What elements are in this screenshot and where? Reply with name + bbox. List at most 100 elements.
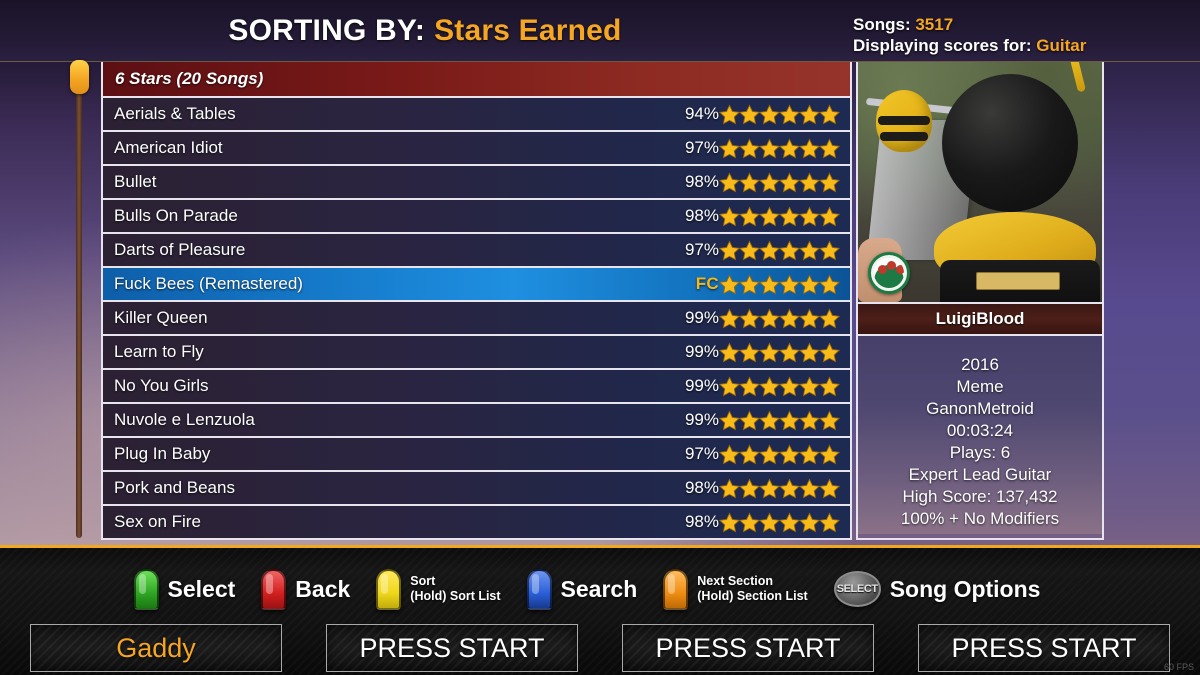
song-row[interactable]: Darts of Pleasure 97% bbox=[103, 234, 850, 268]
select-button-text: SELECT bbox=[836, 583, 878, 595]
control-hint[interactable]: Search bbox=[526, 568, 637, 610]
fret-button-blue-icon[interactable] bbox=[526, 568, 552, 610]
logo-dot-2 bbox=[887, 261, 896, 270]
charter-name-label: LuigiBlood bbox=[935, 309, 1025, 328]
song-title: Sex on Fire bbox=[114, 512, 201, 531]
star-icon bbox=[739, 443, 760, 464]
songs-count-value: 3517 bbox=[915, 15, 954, 34]
song-star-rating bbox=[719, 341, 850, 363]
star-icon bbox=[819, 205, 840, 226]
control-hint-label: Select bbox=[167, 575, 236, 602]
control-hint-select[interactable]: SELECT Song Options bbox=[833, 571, 1041, 607]
star-icon bbox=[739, 341, 760, 362]
fret-button-red-icon[interactable] bbox=[261, 568, 287, 610]
player-slot[interactable]: PRESS START bbox=[622, 624, 874, 672]
control-hint-label: Next Section bbox=[697, 574, 773, 588]
song-count-info: Songs: 3517 Displaying scores for: Guita… bbox=[853, 14, 1200, 56]
song-row[interactable]: Sex on Fire 98% bbox=[103, 506, 850, 540]
song-star-rating bbox=[719, 443, 850, 465]
song-row[interactable]: Bulls On Parade 98% bbox=[103, 200, 850, 234]
song-title: Darts of Pleasure bbox=[114, 240, 246, 259]
fret-button-orange-icon[interactable] bbox=[663, 568, 689, 610]
song-score: 99% bbox=[684, 410, 719, 429]
song-star-rating bbox=[719, 477, 850, 499]
star-icon bbox=[799, 409, 820, 430]
logo-dot-1 bbox=[878, 265, 887, 274]
songs-count-line: Songs: 3517 bbox=[853, 14, 1200, 35]
song-row-selected[interactable]: Fuck Bees (Remastered) FC bbox=[103, 268, 850, 302]
player-slot[interactable]: PRESS START bbox=[918, 624, 1170, 672]
song-row[interactable]: Nuvole e Lenzuola 99% bbox=[103, 404, 850, 438]
control-hint-label: Back bbox=[295, 575, 351, 602]
player-slot-label: PRESS START bbox=[951, 632, 1137, 663]
control-hint[interactable]: Next Section (Hold) Section List bbox=[663, 568, 808, 610]
fret-button-green-icon[interactable] bbox=[133, 568, 159, 610]
star-icon bbox=[719, 103, 740, 124]
star-icon bbox=[739, 375, 760, 396]
player-slot[interactable]: PRESS START bbox=[326, 624, 578, 672]
song-list-section-header[interactable]: 6 Stars (20 Songs) bbox=[103, 62, 850, 98]
star-icon bbox=[719, 375, 740, 396]
song-title: Pork and Beans bbox=[114, 478, 235, 497]
select-button-icon[interactable]: SELECT bbox=[833, 571, 881, 607]
star-icon bbox=[719, 205, 740, 226]
control-hint[interactable]: Back bbox=[261, 568, 351, 610]
song-metadata: 2016 Meme GanonMetroid 00:03:24 Plays: 6 Expe… bbox=[858, 336, 1102, 534]
fret-button-yellow-icon[interactable] bbox=[376, 568, 402, 610]
song-list-scrollbar-track[interactable] bbox=[76, 64, 82, 538]
star-icon bbox=[719, 307, 740, 328]
song-row[interactable]: Pork and Beans 98% bbox=[103, 472, 850, 506]
star-icon bbox=[819, 307, 840, 328]
song-row[interactable]: Killer Queen 99% bbox=[103, 302, 850, 336]
star-icon bbox=[819, 239, 840, 260]
player-slot-label: PRESS START bbox=[655, 632, 841, 663]
star-icon bbox=[739, 511, 760, 532]
star-icon bbox=[759, 103, 780, 124]
star-icon bbox=[819, 103, 840, 124]
star-icon bbox=[819, 375, 840, 396]
player-slot[interactable]: Gaddy bbox=[30, 624, 282, 672]
control-hint-sublabel: (Hold) Sort List bbox=[410, 589, 501, 603]
star-icon bbox=[779, 273, 800, 294]
sorting-indicator[interactable]: SORTING BY: Stars Earned bbox=[0, 0, 850, 62]
song-score: 99% bbox=[684, 342, 719, 361]
player-slot-label: Gaddy bbox=[116, 632, 196, 663]
star-icon bbox=[759, 273, 780, 294]
star-icon bbox=[739, 477, 760, 498]
star-icon bbox=[719, 239, 740, 260]
star-icon bbox=[739, 409, 760, 430]
displaying-scores-line: Displaying scores for: Guitar bbox=[853, 35, 1200, 56]
star-icon bbox=[759, 137, 780, 158]
star-icon bbox=[779, 103, 800, 124]
song-title: No You Girls bbox=[114, 376, 209, 395]
song-title: Learn to Fly bbox=[114, 342, 204, 361]
star-icon bbox=[779, 409, 800, 430]
top-header-bar: SORTING BY: Stars Earned Songs: 3517 Dis… bbox=[0, 0, 1200, 62]
sorting-value: Stars Earned bbox=[434, 14, 622, 47]
song-row[interactable]: American Idiot 97% bbox=[103, 132, 850, 166]
song-row[interactable]: Learn to Fly 99% bbox=[103, 336, 850, 370]
song-list[interactable]: 6 Stars (20 Songs) Aerials & Tables 94% Am… bbox=[101, 62, 852, 540]
song-row[interactable]: Plug In Baby 97% bbox=[103, 438, 850, 472]
song-row[interactable]: Bullet 98% bbox=[103, 166, 850, 200]
song-row[interactable]: Aerials & Tables 94% bbox=[103, 98, 850, 132]
star-icon bbox=[819, 511, 840, 532]
control-hint[interactable]: Select bbox=[133, 568, 236, 610]
section-header-label: 6 Stars (20 Songs) bbox=[115, 69, 264, 88]
star-icon bbox=[799, 443, 820, 464]
song-star-rating bbox=[719, 171, 850, 193]
control-hint-label: Song Options bbox=[889, 575, 1041, 602]
star-icon bbox=[719, 273, 740, 294]
album-art bbox=[858, 62, 1102, 302]
star-icon bbox=[759, 171, 780, 192]
song-list-scrollbar-thumb[interactable] bbox=[70, 60, 89, 94]
star-icon bbox=[819, 443, 840, 464]
star-icon bbox=[799, 137, 820, 158]
fps-counter: 60 FPS bbox=[1163, 662, 1194, 672]
star-icon bbox=[759, 375, 780, 396]
control-hint-text: Next Section (Hold) Section List bbox=[697, 574, 807, 604]
song-row[interactable]: No You Girls 99% bbox=[103, 370, 850, 404]
song-star-rating bbox=[719, 239, 850, 261]
song-title: American Idiot bbox=[114, 138, 223, 157]
control-hint[interactable]: Sort (Hold) Sort List bbox=[376, 568, 501, 610]
